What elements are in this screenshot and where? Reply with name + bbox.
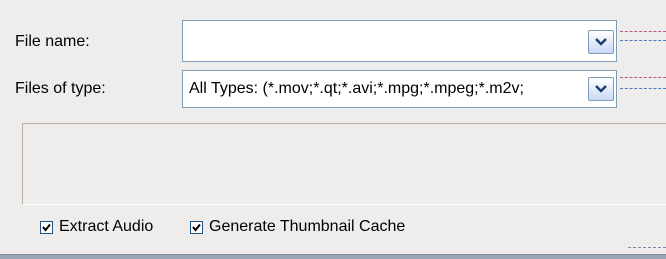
file-name-label: File name: [15,33,90,50]
checkmark-icon [42,223,51,232]
preview-panel [22,123,666,205]
file-type-combobox[interactable]: All Types: (*.mov;*.qt;*.avi;*.mpg;*.mpe… [182,70,617,108]
file-type-value[interactable]: All Types: (*.mov;*.qt;*.avi;*.mpg;*.mpe… [189,71,584,107]
checkbox-box[interactable] [190,220,203,234]
file-type-dropdown-button[interactable] [588,77,614,101]
generate-thumbnail-cache-label[interactable]: Generate Thumbnail Cache [209,218,405,236]
checkbox-box[interactable] [40,220,53,234]
generate-thumbnail-cache-checkbox[interactable]: Generate Thumbnail Cache [190,218,405,236]
file-name-combobox[interactable] [182,20,617,62]
file-type-label: Files of type: [15,80,106,97]
chevron-down-icon [595,85,607,93]
edge-divider [620,31,666,32]
edge-divider [620,77,666,78]
extract-audio-label[interactable]: Extract Audio [59,218,153,236]
bottom-border [0,254,666,259]
edge-divider [620,88,666,89]
edge-divider [620,40,666,41]
open-file-dialog: File name: Files of type: All Types: (*.… [0,0,666,259]
chevron-down-icon [595,38,607,46]
edge-divider [628,247,666,248]
extract-audio-checkbox[interactable]: Extract Audio [40,218,153,236]
checkmark-icon [192,223,201,232]
file-name-dropdown-button[interactable] [588,30,614,54]
file-name-input[interactable] [189,21,584,61]
